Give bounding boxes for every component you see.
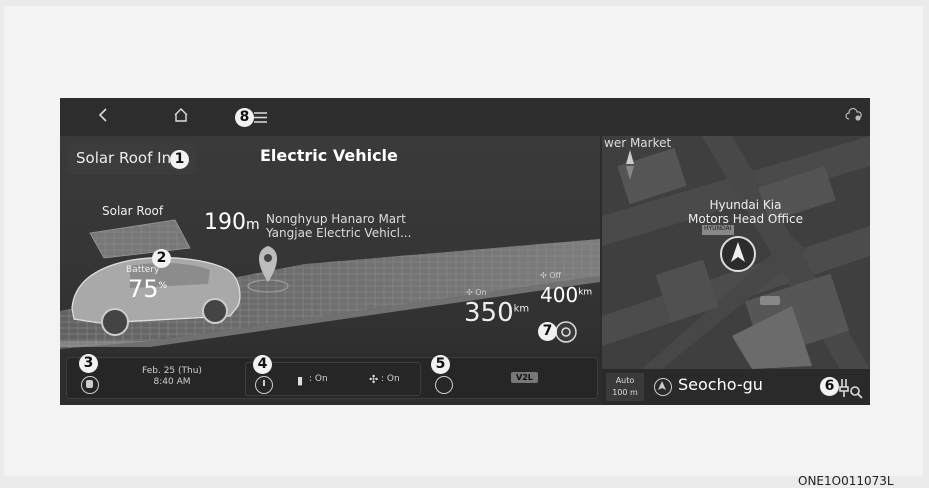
map-poi-line2: Motors Head Office	[688, 212, 803, 226]
map-scale-value: 100 m	[612, 388, 638, 397]
range-off-unit: km	[578, 287, 593, 298]
battery-unit: %	[158, 281, 168, 291]
range-fan-on-label: ✣ On	[466, 288, 487, 297]
range-on-value: 350	[464, 298, 514, 328]
charging-station-search-button[interactable]	[838, 375, 864, 399]
schedule-button[interactable]	[255, 376, 273, 394]
clock-icon	[263, 380, 265, 386]
charger-search-icon	[839, 379, 863, 399]
charge-time: 8:40 AM	[153, 377, 191, 387]
map-poi-line1: Hyundai Kia	[709, 198, 782, 212]
top-bar: 8	[60, 98, 870, 136]
callout-badge-4: 4	[253, 355, 272, 374]
callout-badge-7: 7	[538, 322, 557, 341]
map-poi-label[interactable]: Hyundai Kia Motors Head Office	[688, 198, 803, 226]
fan-icon: ✣	[369, 373, 379, 386]
page-title: Electric Vehicle	[260, 146, 398, 165]
callout-badge-5: 5	[431, 355, 450, 374]
solar-roof-info-label: Solar Roof In	[76, 149, 172, 167]
poi-distance-unit: m	[246, 217, 260, 233]
poi-distance: 190m	[204, 210, 260, 235]
poi-distance-value: 190	[204, 210, 246, 235]
chevron-left-icon	[98, 108, 107, 122]
map-panel[interactable]: wer Market Hyundai Kia Motors Head Offic…	[602, 136, 870, 405]
charge-datetime: Feb. 25 (Thu) 8:40 AM	[139, 366, 205, 388]
v2l-tag: V2L	[511, 372, 538, 383]
charge-date: Feb. 25 (Thu)	[142, 366, 202, 376]
menu-button[interactable]: 8	[232, 104, 272, 130]
plug-status-icon: ▮	[297, 374, 304, 387]
range-fan-off-label: ✣ Off	[540, 271, 562, 280]
current-location: Seocho-gu	[678, 375, 763, 394]
range-on-label: On	[475, 288, 487, 297]
poi-name-line1: Nonghyup Hanaro Mart	[266, 212, 406, 226]
ev-status-panel: Solar Roof In 1 Electric Vehicle Solar R…	[60, 136, 600, 353]
solar-roof-label: Solar Roof	[102, 204, 164, 218]
map-status-bar: Auto 100 m Seocho-gu 6	[602, 369, 870, 405]
current-position-icon	[721, 237, 755, 271]
map-scale-button[interactable]: Auto 100 m	[606, 373, 644, 401]
plug-status: : On	[309, 374, 328, 384]
plug-icon	[86, 380, 93, 388]
infotainment-screen: 8 Solar Roof In 1 Electric Vehicle Solar…	[60, 98, 870, 405]
callout-badge-1: 1	[170, 150, 189, 169]
cloud-settings-button[interactable]	[844, 104, 864, 130]
callout-badge-6: 6	[820, 377, 839, 396]
range-fan-on: 350km	[464, 298, 529, 328]
map-scale-auto: Auto	[615, 376, 635, 385]
home-icon	[174, 108, 188, 122]
range-off-label: Off	[549, 271, 562, 280]
bottom-status-bar: 3 Feb. 25 (Thu) 8:40 AM 4 ▮ : On ✣ : On …	[66, 354, 598, 399]
home-button[interactable]	[168, 104, 194, 130]
callout-badge-8: 8	[235, 108, 254, 127]
poi-name-line2: Yangjae Electric Vehicl...	[266, 226, 412, 240]
range-off-value: 400	[540, 283, 579, 307]
figure-code: ONE1O011073L	[798, 474, 894, 488]
v2l-button[interactable]	[435, 376, 453, 394]
battery-percentage: 75%	[128, 275, 167, 303]
range-settings-button[interactable]	[556, 322, 576, 342]
battery-label: Battery	[126, 265, 160, 275]
fan-status: : On	[381, 374, 400, 384]
callout-badge-3: 3	[79, 354, 98, 373]
range-on-unit: km	[513, 303, 530, 315]
range-fan-off: 400km	[540, 283, 592, 307]
cloud-gear-icon	[845, 107, 862, 121]
compass-icon[interactable]	[620, 146, 640, 184]
charging-button[interactable]	[81, 376, 99, 394]
navigation-arrow-icon	[654, 378, 672, 396]
battery-value: 75	[128, 275, 159, 303]
poi-name[interactable]: Nonghyup Hanaro Mart Yangjae Electric Ve…	[266, 212, 411, 240]
back-button[interactable]	[90, 104, 116, 130]
map-brand-label: HYUNDAI	[704, 225, 732, 232]
menu-icon	[254, 112, 267, 123]
